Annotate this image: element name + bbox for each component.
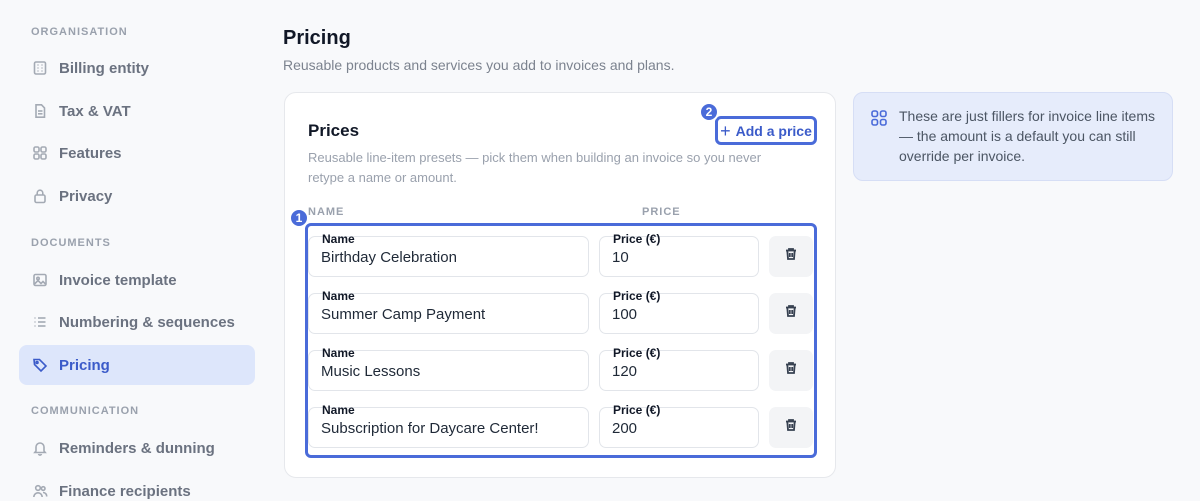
info-text: These are just fillers for invoice line … [899, 108, 1155, 164]
name-field[interactable]: Name Subscription for Daycare Center! [308, 403, 589, 448]
sidebar-item-label: Billing entity [59, 59, 149, 77]
users-icon [31, 482, 49, 500]
sidebar-item-label: Features [59, 144, 122, 162]
add-price-button[interactable]: + Add a price [715, 116, 817, 145]
sidebar-item-reminders-dunning[interactable]: Reminders & dunning [19, 428, 255, 468]
sidebar-item-label: Pricing [59, 356, 110, 374]
price-field[interactable]: Price (€) 10 [599, 232, 759, 277]
price-field-value: 120 [612, 363, 638, 380]
sidebar-item-numbering-sequences[interactable]: Numbering & sequences [19, 302, 255, 342]
sidebar-item-label: Finance recipients [59, 482, 191, 500]
name-field-label: Name [322, 403, 355, 417]
price-field-label: Price (€) [613, 289, 661, 303]
table-row: Name Birthday Celebration Price (€) 10 [308, 232, 814, 277]
sidebar-item-features[interactable]: Features [19, 133, 255, 173]
name-field-value: Subscription for Daycare Center! [321, 420, 539, 437]
price-field-label: Price (€) [613, 346, 661, 360]
delete-button[interactable] [769, 293, 813, 334]
add-price-label: Add a price [735, 122, 812, 139]
sidebar-item-label: Tax & VAT [59, 102, 131, 120]
trash-icon [784, 361, 798, 380]
document-icon [31, 102, 49, 120]
prices-card: Prices Reusable line-item presets — pick… [284, 92, 836, 478]
trash-icon [784, 418, 798, 437]
table-row: Name Subscription for Daycare Center! Pr… [308, 403, 814, 448]
delete-button[interactable] [769, 350, 813, 391]
price-field-value: 100 [612, 306, 638, 323]
lock-icon [31, 187, 49, 205]
section-label-communication: COMMUNICATION [31, 405, 140, 417]
price-field-label: Price (€) [613, 403, 661, 417]
annotation-badge-1: 1 [289, 208, 309, 228]
plus-icon: + [720, 120, 731, 141]
grid-icon [31, 144, 49, 162]
name-field-label: Name [322, 289, 355, 303]
sidebar-item-label: Invoice template [59, 271, 177, 289]
sidebar-item-label: Numbering & sequences [59, 313, 235, 331]
sidebar-item-label: Reminders & dunning [59, 439, 215, 457]
section-label-organisation: ORGANISATION [31, 26, 128, 38]
info-callout: These are just fillers for invoice line … [853, 92, 1173, 181]
sidebar: ORGANISATION Billing entity Tax & VAT Fe… [0, 0, 272, 501]
sidebar-item-label: Privacy [59, 187, 113, 205]
price-list: Name Birthday Celebration Price (€) 10 N… [305, 223, 817, 458]
image-icon [31, 271, 49, 289]
name-field[interactable]: Name Summer Camp Payment [308, 289, 589, 334]
section-label-documents: DOCUMENTS [31, 237, 111, 249]
price-field[interactable]: Price (€) 120 [599, 346, 759, 391]
price-field[interactable]: Price (€) 100 [599, 289, 759, 334]
trash-icon [784, 247, 798, 266]
table-row: Name Music Lessons Price (€) 120 [308, 346, 814, 391]
price-field[interactable]: Price (€) 200 [599, 403, 759, 448]
sidebar-item-pricing[interactable]: Pricing [19, 345, 255, 385]
column-header-name: NAME [308, 206, 345, 218]
price-field-value: 200 [612, 420, 638, 437]
sidebar-item-billing-entity[interactable]: Billing entity [19, 48, 255, 88]
sidebar-item-privacy[interactable]: Privacy [19, 176, 255, 216]
name-field-value: Birthday Celebration [321, 249, 457, 266]
page-title: Pricing [283, 27, 351, 49]
list-icon [31, 313, 49, 331]
annotation-badge-2: 2 [699, 102, 719, 122]
name-field-value: Summer Camp Payment [321, 306, 486, 323]
price-field-label: Price (€) [613, 232, 661, 246]
card-description: Reusable line-item presets — pick them w… [308, 150, 762, 185]
page-subtitle: Reusable products and services you add t… [283, 57, 675, 73]
column-header-price: PRICE [642, 206, 681, 218]
name-field-value: Music Lessons [321, 363, 421, 380]
sidebar-item-finance-recipients[interactable]: Finance recipients [19, 471, 255, 501]
sidebar-item-tax-vat[interactable]: Tax & VAT [19, 91, 255, 131]
delete-button[interactable] [769, 407, 813, 448]
price-field-value: 10 [612, 249, 629, 266]
delete-button[interactable] [769, 236, 813, 277]
trash-icon [784, 304, 798, 323]
table-row: Name Summer Camp Payment Price (€) 100 [308, 289, 814, 334]
sidebar-item-invoice-template[interactable]: Invoice template [19, 260, 255, 300]
bell-icon [31, 439, 49, 457]
name-field-label: Name [322, 346, 355, 360]
grid-icon [870, 109, 888, 132]
name-field[interactable]: Name Music Lessons [308, 346, 589, 391]
tag-icon [31, 356, 49, 374]
card-title: Prices [308, 121, 360, 140]
name-field[interactable]: Name Birthday Celebration [308, 232, 589, 277]
building-icon [31, 59, 49, 77]
name-field-label: Name [322, 232, 355, 246]
